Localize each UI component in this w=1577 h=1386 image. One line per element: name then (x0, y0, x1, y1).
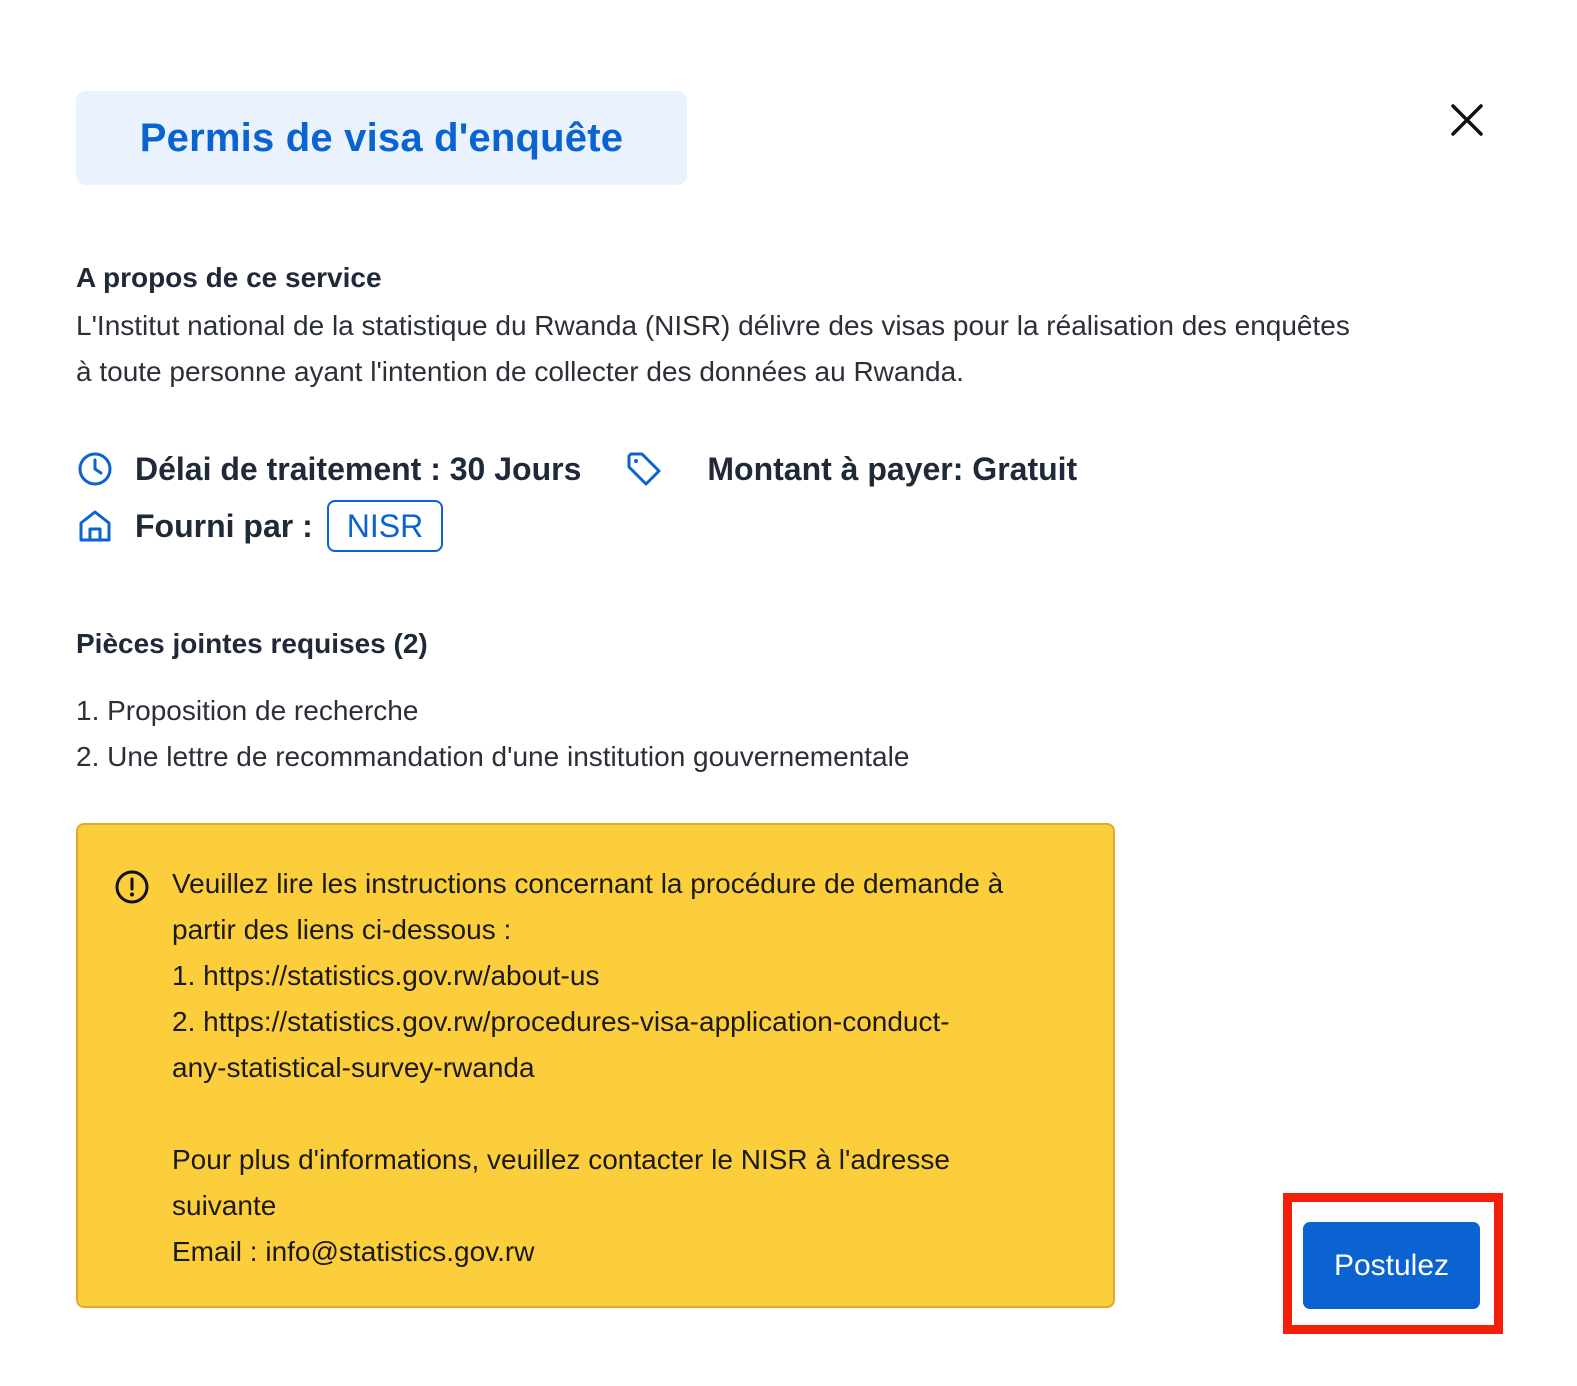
about-heading: A propos de ce service (76, 262, 382, 293)
provider-link[interactable]: NISR (326, 500, 444, 552)
amount-to-pay: Montant à payer: Gratuit (707, 450, 1078, 487)
apply-button[interactable]: Postulez (1303, 1222, 1480, 1309)
instructions-notice: Veuillez lire les instructions concernan… (76, 823, 1115, 1308)
about-line-1: L'Institut national de la statistique du… (76, 310, 1350, 341)
provided-by-label: Fourni par : (135, 507, 313, 544)
close-icon (1451, 104, 1483, 136)
home-icon (76, 507, 114, 545)
service-meta-row: Délai de traitement : 30 Jours Montant à… (76, 450, 1077, 488)
tag-icon (625, 450, 663, 488)
about-line-2: à toute personne ayant l'intention de co… (76, 356, 964, 387)
attachments-heading: Pièces jointes requises (2) (76, 628, 428, 659)
service-modal: Permis de visa d'enquête A propos de ce … (0, 0, 1577, 1386)
notice-link-procedures: 2. https://statistics.gov.rw/procedures-… (172, 1006, 950, 1037)
notice-line: partir des liens ci-dessous : (172, 914, 512, 945)
notice-email: Email : info@statistics.gov.rw (172, 1236, 535, 1267)
attachments-list: 1. Proposition de recherche 2. Une lettr… (76, 688, 909, 780)
alert-circle-icon (115, 870, 149, 904)
clock-icon (76, 450, 114, 488)
title-badge: Permis de visa d'enquête (76, 91, 687, 185)
notice-text: Veuillez lire les instructions concernan… (172, 861, 1092, 1275)
notice-line: Pour plus d'informations, veuillez conta… (172, 1144, 950, 1175)
modal-title: Permis de visa d'enquête (139, 115, 624, 160)
about-description: L'Institut national de la statistique du… (76, 303, 1496, 395)
processing-time: Délai de traitement : 30 Jours (135, 450, 582, 487)
notice-line: Veuillez lire les instructions concernan… (172, 868, 1004, 899)
notice-link-procedures-cont: any-statistical-survey-rwanda (172, 1052, 535, 1083)
notice-line: suivante (172, 1190, 277, 1221)
attachment-item: 2. Une lettre de recommandation d'une in… (76, 741, 910, 772)
attachment-item: 1. Proposition de recherche (76, 695, 419, 726)
provider-row: Fourni par : NISR (76, 500, 444, 552)
notice-link-about: 1. https://statistics.gov.rw/about-us (172, 960, 600, 991)
close-button[interactable] (1447, 100, 1487, 140)
